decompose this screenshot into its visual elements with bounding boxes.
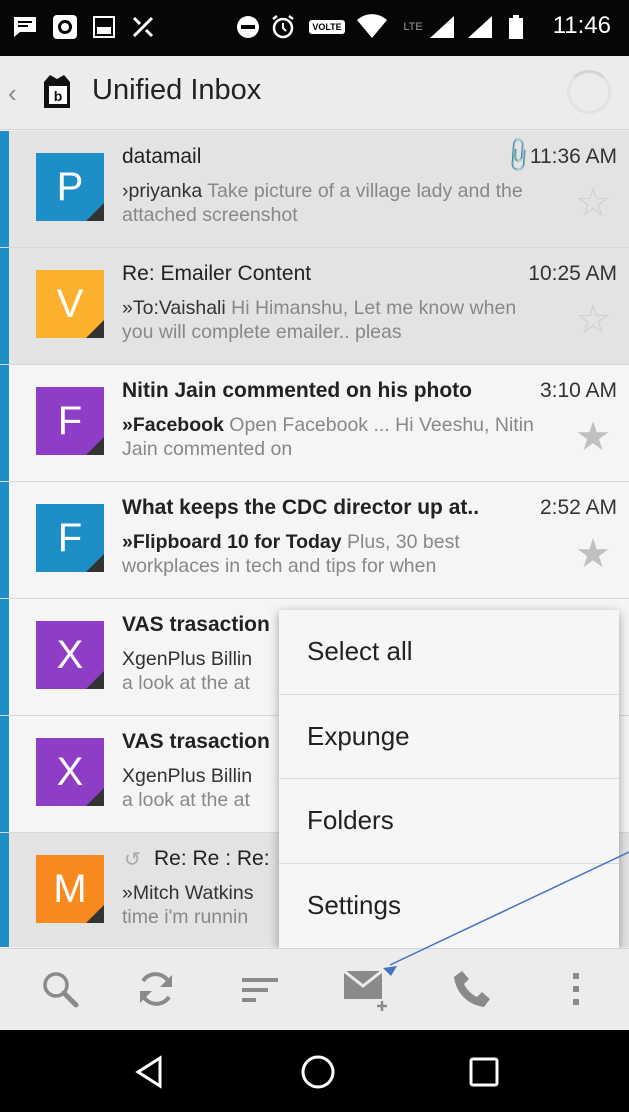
avatar: F — [36, 387, 104, 455]
svg-text:b: b — [54, 88, 63, 104]
avatar-corner-icon — [86, 905, 104, 923]
status-bar: VOLTE LTE 11:46 — [0, 0, 629, 56]
app-logo-icon[interactable]: b — [38, 72, 78, 112]
volte-icon: VOLTE — [306, 14, 348, 40]
screen: VOLTE LTE 11:46 ‹ b Unified Inbox P data… — [0, 0, 629, 1112]
message-subject: Re: Emailer Content — [122, 262, 312, 285]
menu-item-select-all[interactable]: Select all — [279, 610, 619, 695]
unified-inbox-indicator — [0, 482, 9, 598]
page-title: Unified Inbox — [92, 74, 262, 106]
clock: 11:46 — [552, 12, 611, 39]
system-nav-bar — [0, 1030, 629, 1112]
camera-notification-icon — [52, 14, 78, 40]
message-preview: »Flipboard 10 for Today Plus, 30 best wo… — [122, 530, 552, 578]
tools-notification-icon — [130, 14, 156, 40]
menu-item-settings[interactable]: Settings — [279, 864, 619, 949]
refresh-icon[interactable] — [132, 965, 180, 1013]
star-icon[interactable]: ★ — [575, 534, 611, 574]
avatar-corner-icon — [86, 554, 104, 572]
loading-spinner-icon — [567, 70, 611, 114]
avatar-corner-icon — [86, 203, 104, 221]
avatar-corner-icon — [86, 671, 104, 689]
battery-icon — [508, 14, 524, 40]
home-icon[interactable] — [296, 1050, 340, 1094]
avatar: P — [36, 153, 104, 221]
star-icon[interactable]: ☆ — [575, 183, 611, 223]
message-preview: »To:Vaishali Hi Himanshu, Let me know wh… — [122, 296, 552, 344]
message-subject: Re: Re : Re: — [154, 847, 270, 870]
overflow-menu: Select all Expunge Folders Settings — [279, 610, 619, 948]
avatar: X — [36, 738, 104, 806]
unified-inbox-indicator — [0, 365, 9, 481]
star-icon[interactable]: ☆ — [575, 300, 611, 340]
signal-2-icon — [466, 14, 494, 40]
message-row[interactable]: F What keeps the CDC director up at.. 2:… — [0, 482, 629, 599]
avatar-corner-icon — [86, 437, 104, 455]
menu-item-expunge[interactable]: Expunge — [279, 695, 619, 779]
message-time: 2:52 AM — [539, 496, 617, 519]
wifi-icon — [356, 14, 388, 40]
message-subject: VAS trasaction — [122, 730, 270, 753]
message-preview: »Facebook Open Facebook ... Hi Veeshu, N… — [122, 413, 552, 461]
message-from: »To:Vaishali — [122, 297, 226, 319]
message-time: 11:36 AM — [529, 145, 617, 168]
back-icon[interactable] — [128, 1050, 172, 1094]
phone-icon[interactable] — [448, 965, 496, 1013]
message-subject: VAS trasaction — [122, 613, 270, 636]
message-from: »Flipboard 10 for Today — [122, 531, 342, 553]
back-chevron-icon[interactable]: ‹ — [8, 78, 17, 109]
unified-inbox-indicator — [0, 599, 9, 715]
do-not-disturb-icon — [236, 14, 260, 40]
overflow-icon[interactable] — [552, 965, 600, 1013]
message-notification-icon — [12, 14, 38, 40]
compose-icon[interactable] — [340, 965, 396, 1013]
unified-inbox-indicator — [0, 833, 9, 947]
avatar: V — [36, 270, 104, 338]
message-from: »Facebook — [122, 414, 224, 436]
message-row[interactable]: V Re: Emailer Content 10:25 AM »To:Vaish… — [0, 248, 629, 365]
message-preview: ›priyanka Take picture of a village lady… — [122, 179, 552, 227]
message-time: 3:10 AM — [539, 379, 617, 402]
sort-icon[interactable] — [236, 965, 284, 1013]
message-row[interactable]: F Nitin Jain commented on his photo 3:10… — [0, 365, 629, 482]
message-time: 10:25 AM — [528, 262, 617, 285]
star-icon[interactable]: ★ — [575, 417, 611, 457]
avatar-corner-icon — [86, 788, 104, 806]
message-row[interactable]: P datamail 📎 11:36 AM ›priyanka Take pic… — [0, 131, 629, 248]
unified-inbox-indicator — [0, 131, 9, 247]
message-subject: datamail — [122, 145, 202, 168]
unified-inbox-indicator — [0, 248, 9, 364]
avatar: X — [36, 621, 104, 689]
forwarded-icon: ↺ — [124, 849, 141, 871]
search-icon[interactable] — [36, 965, 84, 1013]
message-subject: Nitin Jain commented on his photo — [122, 379, 473, 402]
unified-inbox-indicator — [0, 716, 9, 832]
message-from: ›priyanka — [122, 180, 203, 202]
recents-icon[interactable] — [462, 1050, 506, 1094]
bottom-toolbar — [0, 948, 629, 1030]
avatar-corner-icon — [86, 320, 104, 338]
avatar: F — [36, 504, 104, 572]
lte-label: LTE — [403, 21, 423, 33]
avatar: M — [36, 855, 104, 923]
menu-item-folders[interactable]: Folders — [279, 779, 619, 864]
message-subject: What keeps the CDC director up at.. — [122, 496, 480, 519]
gallery-notification-icon — [92, 14, 116, 40]
signal-1-icon — [428, 14, 456, 40]
alarm-icon — [270, 14, 296, 40]
app-bar: ‹ b Unified Inbox — [0, 56, 629, 130]
